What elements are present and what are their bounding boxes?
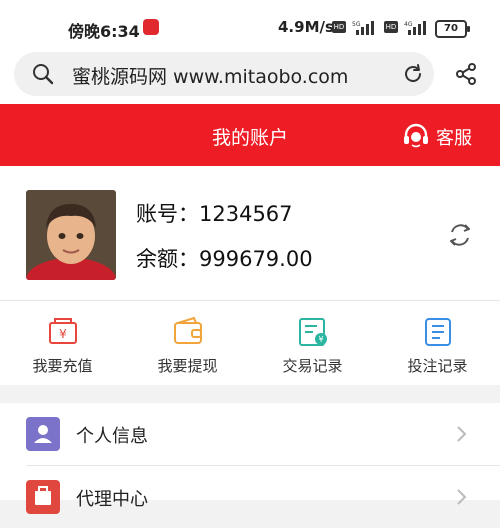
menu-item-label: 代理中心: [76, 489, 148, 510]
account-card: 账号：1234567 余额：999679.00: [0, 166, 500, 300]
account-label: 账号：: [136, 202, 199, 226]
withdraw-label: 我要提现: [157, 357, 218, 375]
svg-text:¥: ¥: [318, 335, 323, 344]
transaction-record-label: 交易记录: [282, 357, 343, 375]
recharge-label: 我要充值: [32, 357, 93, 375]
bet-record-button[interactable]: 投注记录: [375, 301, 500, 385]
balance-value: 999679.00: [199, 247, 313, 271]
status-bar: 傍晚6:34 4.9M/s HD 5G HD 4G 70: [0, 0, 500, 52]
bet-record-icon: [425, 318, 451, 346]
avatar[interactable]: [26, 190, 116, 280]
notification-app-icon: [143, 19, 159, 35]
signal-5g-label: 5G: [352, 21, 361, 28]
signal-5g-icon: 5G: [352, 21, 374, 35]
hd-badge: HD: [332, 21, 346, 33]
transaction-record-icon: ¥: [299, 318, 327, 346]
customer-service-label: 客服: [436, 128, 472, 149]
url-text[interactable]: 蜜桃源码网 www.mitaobo.com: [72, 62, 348, 89]
address-bar[interactable]: 蜜桃源码网 www.mitaobo.com: [14, 52, 434, 96]
headset-icon: [404, 123, 428, 148]
signal-4g-label: 4G: [404, 21, 413, 28]
account-number: 1234567: [199, 202, 293, 226]
hd-badge-2: HD: [384, 21, 398, 33]
browser-toolbar: 蜜桃源码网 www.mitaobo.com: [0, 52, 500, 104]
battery-indicator: 70: [435, 20, 470, 38]
chevron-right-icon: [457, 426, 467, 442]
menu-item-label: 个人信息: [76, 426, 148, 447]
withdraw-button[interactable]: 我要提现: [125, 301, 250, 385]
chevron-right-icon: [457, 489, 467, 505]
share-icon[interactable]: [454, 62, 478, 86]
quick-actions: ¥ 我要充值 我要提现 ¥ 交易记录 投注记录: [0, 301, 500, 385]
balance-row: 余额：999679.00: [136, 243, 313, 273]
signal-4g-icon: 4G: [404, 21, 426, 35]
balance-label: 余额：: [136, 247, 199, 271]
agent-icon: [26, 480, 60, 514]
status-time: 傍晚6:34: [68, 22, 140, 41]
recharge-button[interactable]: ¥ 我要充值: [0, 301, 125, 385]
menu-item-agent-center[interactable]: 代理中心: [0, 466, 500, 528]
transaction-record-button[interactable]: ¥ 交易记录: [250, 301, 375, 385]
refresh-icon[interactable]: [446, 221, 474, 249]
account-number-row: 账号：1234567: [136, 198, 293, 228]
menu-list: 个人信息 代理中心: [0, 403, 500, 514]
app-header: 我的账户 客服: [0, 104, 500, 166]
reload-icon[interactable]: [402, 63, 424, 85]
avatar-image: [26, 190, 116, 280]
wallet-icon: [174, 317, 202, 344]
network-speed: 4.9M/s: [278, 18, 334, 36]
bet-record-label: 投注记录: [407, 357, 468, 375]
search-icon[interactable]: [32, 63, 54, 85]
recharge-icon: ¥: [49, 318, 77, 344]
menu-item-personal-info[interactable]: 个人信息: [0, 403, 500, 465]
svg-text:¥: ¥: [59, 327, 67, 341]
user-icon: [26, 417, 60, 451]
